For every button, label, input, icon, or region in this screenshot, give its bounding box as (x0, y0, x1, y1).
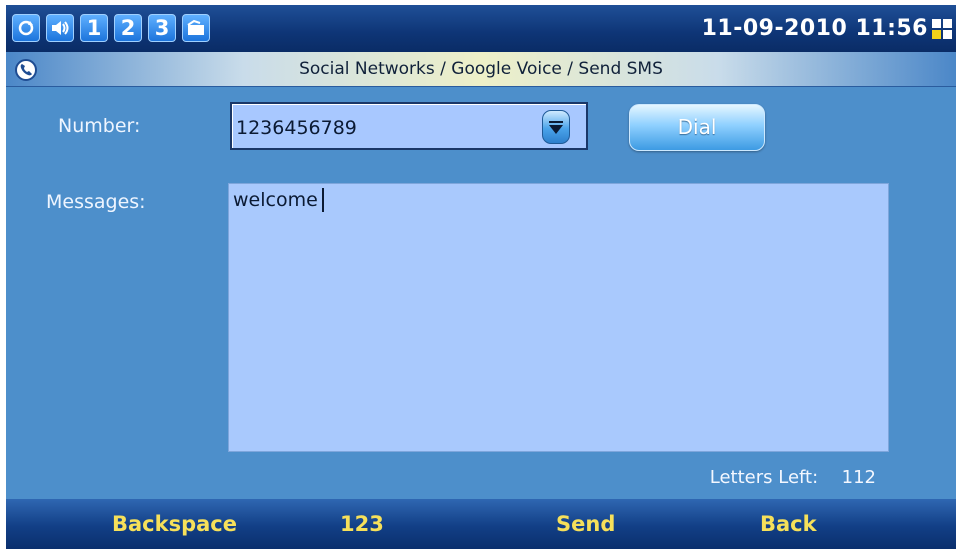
line-1-icon[interactable]: 1 (80, 14, 108, 42)
folder-icon[interactable] (182, 14, 210, 42)
number-label: Number: (58, 115, 141, 137)
message-value: welcome (233, 189, 318, 211)
number-field[interactable]: 1236456789 (230, 102, 588, 150)
messages-label: Messages: (46, 191, 146, 213)
backspace-softkey[interactable]: Backspace (112, 499, 237, 549)
message-text-line: welcome (233, 188, 324, 212)
line-2-icon[interactable]: 2 (114, 14, 142, 42)
speaker-icon[interactable] (46, 14, 74, 42)
sms-form: Number: 1236456789 Dial Messages: welcom… (6, 87, 956, 499)
back-softkey[interactable]: Back (760, 499, 817, 549)
dial-button[interactable]: Dial (629, 104, 765, 151)
refresh-icon[interactable] (12, 14, 40, 42)
letters-left-label: Letters Left: (709, 467, 819, 488)
letters-left-value: 112 (841, 467, 876, 488)
number-value: 1236456789 (236, 117, 357, 139)
phone-screen: 1 2 3 11-09-2010 11:56 Social Networks /… (0, 0, 957, 549)
text-cursor (321, 188, 324, 212)
status-bar: 1 2 3 11-09-2010 11:56 (6, 5, 956, 52)
datetime-display: 11-09-2010 11:56 (701, 16, 928, 41)
network-status-icon (932, 19, 954, 41)
send-softkey[interactable]: Send (556, 499, 615, 549)
line-3-icon[interactable]: 3 (148, 14, 176, 42)
breadcrumb: Social Networks / Google Voice / Send SM… (6, 52, 956, 87)
breadcrumb-text: Social Networks / Google Voice / Send SM… (299, 59, 663, 79)
number-dropdown-button[interactable] (542, 110, 570, 144)
message-input[interactable]: welcome (228, 183, 889, 452)
input-mode-softkey[interactable]: 123 (340, 499, 384, 549)
letters-left-counter: Letters Left: 112 (710, 467, 876, 489)
softkey-bar: Backspace 123 Send Back (6, 499, 956, 549)
